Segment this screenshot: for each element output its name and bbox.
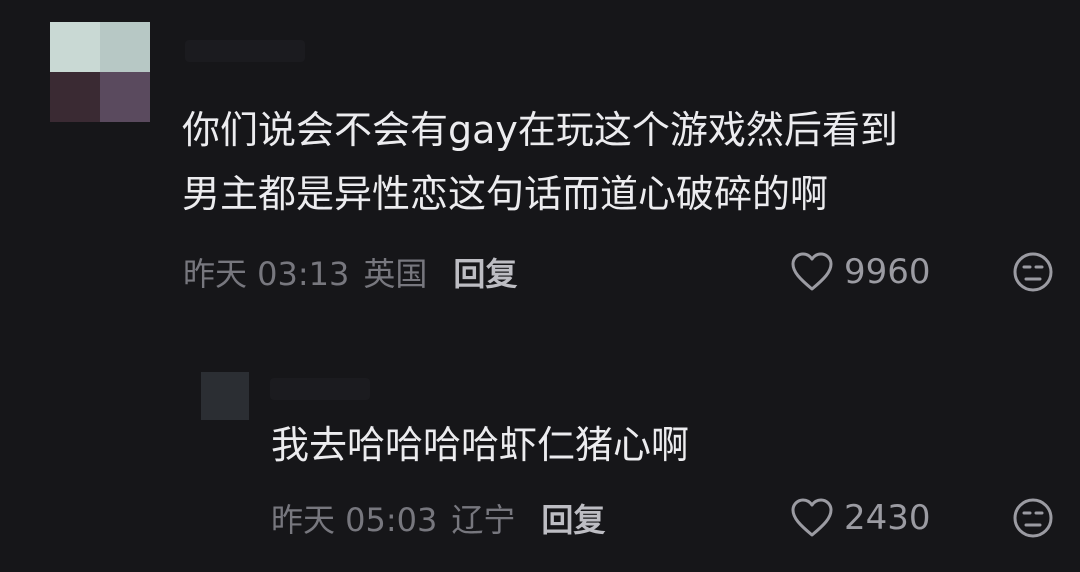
reply-item: 我去哈哈哈哈虾仁猪心啊 昨天 05:03 辽宁 回复 2430 xyxy=(0,330,1080,572)
comment-time: 昨天 05:03 xyxy=(271,501,438,539)
like-count: 2430 xyxy=(844,498,931,538)
username-censored[interactable] xyxy=(270,378,370,400)
user-avatar[interactable] xyxy=(50,22,150,122)
comment-location: 英国 xyxy=(363,255,428,293)
comment-actions: 2430 xyxy=(790,494,1054,542)
comment-text: 你们说会不会有gay在玩这个游戏然后看到 男主都是异性恋这句话而道心破碎的啊 xyxy=(182,108,898,216)
comment-meta: 昨天 03:13 英国 回复 xyxy=(183,248,517,296)
heart-outline-icon[interactable] xyxy=(790,498,834,538)
reply-button[interactable]: 回复 xyxy=(453,249,517,295)
username-censored[interactable] xyxy=(185,40,305,62)
comment-time: 昨天 03:13 xyxy=(183,255,350,293)
reply-button[interactable]: 回复 xyxy=(541,495,605,541)
like-count: 9960 xyxy=(844,252,931,292)
comment-location: 辽宁 xyxy=(451,501,516,539)
comment-actions: 9960 xyxy=(790,248,1054,296)
comment-text: 我去哈哈哈哈虾仁猪心啊 xyxy=(271,423,690,467)
comment-meta: 昨天 05:03 辽宁 回复 xyxy=(271,494,605,542)
heart-outline-icon[interactable] xyxy=(790,252,834,292)
unhappy-face-icon[interactable] xyxy=(1012,497,1054,539)
comment-item: 你们说会不会有gay在玩这个游戏然后看到 男主都是异性恋这句话而道心破碎的啊 昨… xyxy=(0,0,1080,310)
user-avatar[interactable] xyxy=(201,372,249,420)
unhappy-face-icon[interactable] xyxy=(1012,251,1054,293)
